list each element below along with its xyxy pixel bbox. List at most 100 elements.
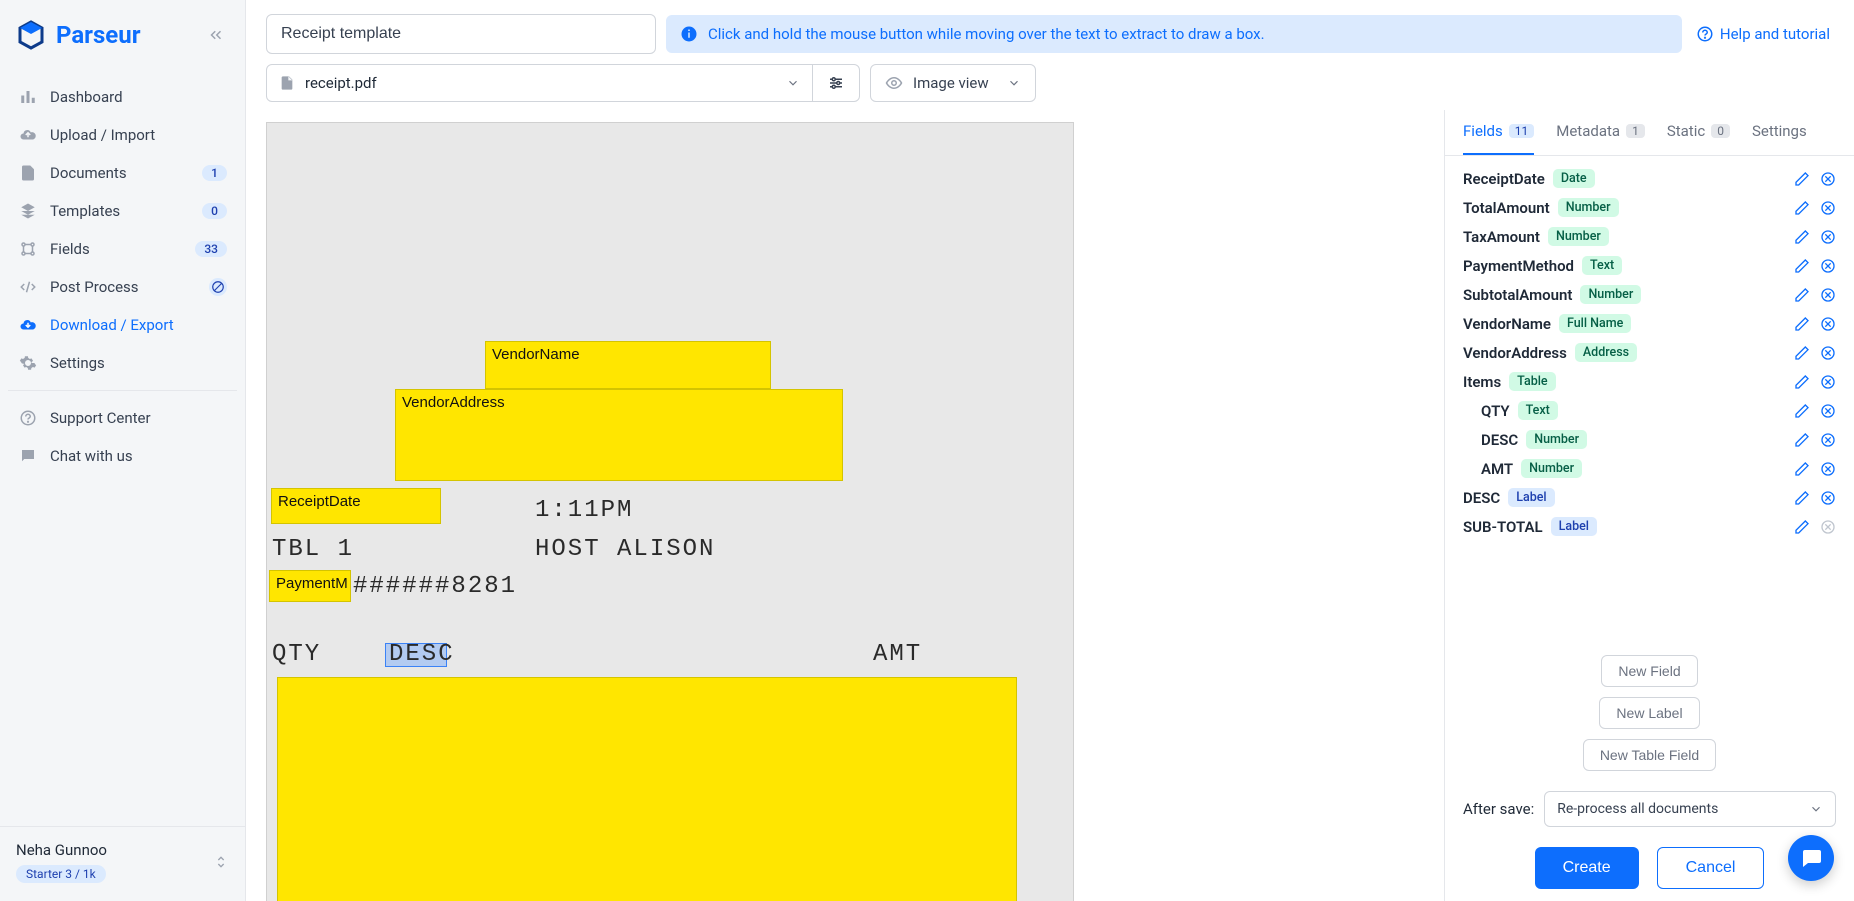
template-name-input[interactable] [266,14,656,54]
document-page[interactable]: VendorName VendorAddress ReceiptDate 1:1… [266,122,1074,901]
delete-icon[interactable] [1820,519,1836,535]
field-row[interactable]: TotalAmountNumber [1459,193,1840,222]
delete-icon[interactable] [1820,432,1836,448]
sidebar-item-templates[interactable]: Templates 0 [8,192,237,230]
field-actions [1794,461,1836,477]
field-actions [1794,287,1836,303]
after-save-select[interactable]: Re-process all documents [1544,791,1836,827]
edit-icon[interactable] [1794,403,1810,419]
sidebar-item-chat[interactable]: Chat with us [8,437,237,475]
sidebar-item-upload[interactable]: Upload / Import [8,116,237,154]
delete-icon[interactable] [1820,403,1836,419]
tab-metadata[interactable]: Metadata 1 [1556,110,1645,155]
main: Click and hold the mouse button while mo… [246,0,1854,901]
chevron-down-icon[interactable] [774,76,812,90]
sidebar-footer[interactable]: Neha Gunnoo Starter 3 / 1k [0,826,245,901]
templates-icon [18,201,38,221]
chevron-updown-icon [213,852,229,872]
gear-icon [18,353,38,373]
new-table-field-button[interactable]: New Table Field [1583,739,1716,771]
delete-icon[interactable] [1820,374,1836,390]
fields-list: ReceiptDateDateTotalAmountNumberTaxAmoun… [1445,156,1854,645]
field-row[interactable]: VendorNameFull Name [1459,309,1840,338]
sidebar-item-label: Documents [50,164,190,182]
help-link[interactable]: Help and tutorial [1692,25,1834,43]
field-type-badge: Number [1526,430,1587,449]
field-row[interactable]: DESC Number [1459,425,1840,454]
sidebar-item-documents[interactable]: Documents 1 [8,154,237,192]
edit-icon[interactable] [1794,287,1810,303]
chat-fab-button[interactable] [1788,835,1834,881]
field-row[interactable]: ItemsTable [1459,367,1840,396]
delete-icon[interactable] [1820,229,1836,245]
edit-icon[interactable] [1794,316,1810,332]
help-link-label: Help and tutorial [1720,25,1830,43]
sidebar-item-label: Settings [50,354,227,372]
edit-icon[interactable] [1794,171,1810,187]
field-row[interactable]: AMTNumber [1459,454,1840,483]
field-row[interactable]: VendorAddressAddress [1459,338,1840,367]
field-box-vendor-address[interactable]: VendorAddress [395,389,843,481]
after-save-label: After save: [1463,800,1534,818]
delete-icon[interactable] [1820,461,1836,477]
collapse-sidebar-button[interactable] [203,22,229,48]
sidebar-item-post-process[interactable]: Post Process [8,268,237,306]
edit-icon[interactable] [1794,374,1810,390]
field-box-receipt-date[interactable]: ReceiptDate [271,488,441,524]
sidebar-item-fields[interactable]: Fields 33 [8,230,237,268]
edit-icon[interactable] [1794,200,1810,216]
field-row[interactable]: PaymentMethodText [1459,251,1840,280]
field-row[interactable]: SubtotalAmountNumber [1459,280,1840,309]
field-name: DESC [1481,431,1518,449]
edit-icon[interactable] [1794,490,1810,506]
sidebar-item-dashboard[interactable]: Dashboard [8,78,237,116]
new-field-button[interactable]: New Field [1601,655,1697,687]
delete-icon[interactable] [1820,345,1836,361]
field-name: ReceiptDate [1463,170,1545,188]
dashboard-icon [18,87,38,107]
delete-icon[interactable] [1820,490,1836,506]
edit-icon[interactable] [1794,461,1810,477]
field-row[interactable]: DESCLabel [1459,483,1840,512]
sidebar-item-download-export[interactable]: Download / Export [8,306,237,344]
edit-icon[interactable] [1794,229,1810,245]
delete-icon[interactable] [1820,171,1836,187]
file-settings-button[interactable] [812,65,859,101]
sidebar-item-support[interactable]: Support Center [8,399,237,437]
tab-fields[interactable]: Fields 11 [1463,110,1534,155]
field-row[interactable]: SUB-TOTALLabel [1459,512,1840,541]
sidebar-item-settings[interactable]: Settings [8,344,237,382]
edit-icon[interactable] [1794,519,1810,535]
file-select-dropdown[interactable]: receipt.pdf [267,65,774,101]
tab-static[interactable]: Static 0 [1667,110,1730,155]
field-box-payment[interactable]: PaymentM [269,570,351,602]
field-type-badge: Number [1521,459,1582,478]
field-row[interactable]: QTYText [1459,396,1840,425]
delete-icon[interactable] [1820,316,1836,332]
edit-icon[interactable] [1794,432,1810,448]
field-name: QTY [1481,402,1510,420]
new-label-button[interactable]: New Label [1599,697,1699,729]
view-select-dropdown[interactable]: Image view [870,64,1036,102]
field-box-vendor-name[interactable]: VendorName [485,341,771,389]
sidebar-item-label: Support Center [50,409,227,427]
field-name: VendorAddress [1463,344,1567,362]
field-actions [1794,403,1836,419]
delete-icon[interactable] [1820,258,1836,274]
field-box-items-table[interactable] [277,677,1017,901]
nav-divider [8,390,237,391]
field-type-badge: Number [1580,285,1641,304]
create-button[interactable]: Create [1535,847,1639,889]
edit-icon[interactable] [1794,345,1810,361]
cancel-button[interactable]: Cancel [1657,847,1765,889]
field-row[interactable]: ReceiptDateDate [1459,164,1840,193]
delete-icon[interactable] [1820,200,1836,216]
edit-icon[interactable] [1794,258,1810,274]
field-actions [1794,374,1836,390]
doc-text-amt: AMT [873,641,922,668]
content: VendorName VendorAddress ReceiptDate 1:1… [246,110,1854,901]
tab-settings[interactable]: Settings [1752,110,1807,155]
document-viewer[interactable]: VendorName VendorAddress ReceiptDate 1:1… [266,110,1444,901]
delete-icon[interactable] [1820,287,1836,303]
field-row[interactable]: TaxAmountNumber [1459,222,1840,251]
